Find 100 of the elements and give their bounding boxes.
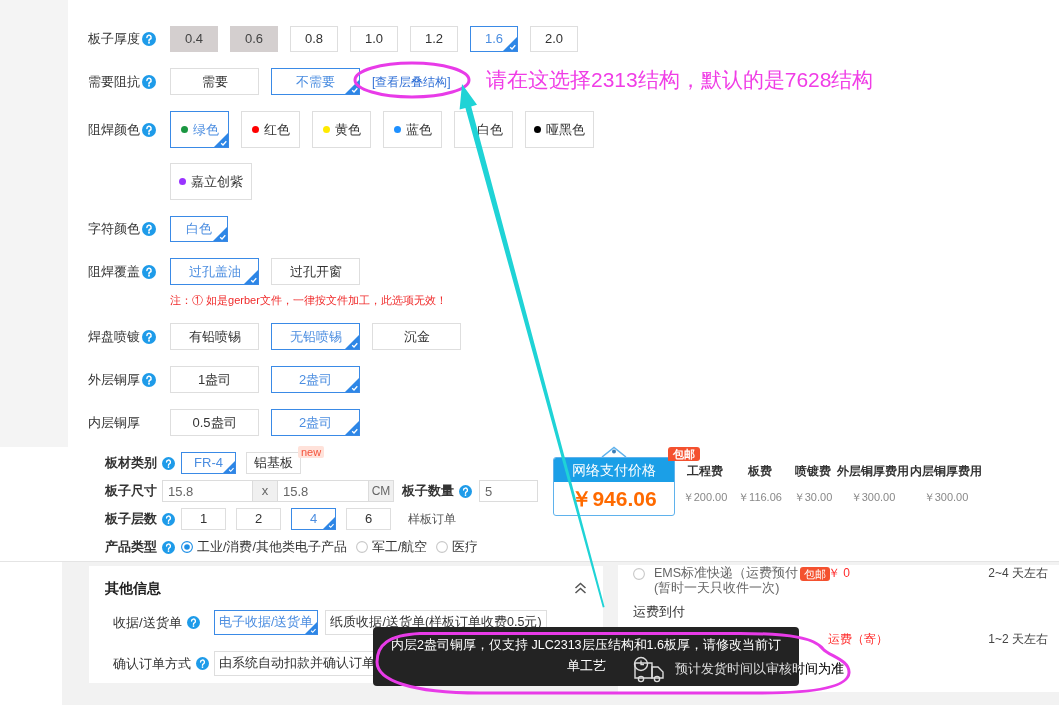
new-badge: new [298, 446, 325, 458]
help-icon[interactable] [162, 540, 175, 554]
field-label: 阻焊颜色 [88, 120, 140, 139]
help-icon[interactable] [162, 512, 175, 526]
check-corner-icon [345, 335, 359, 349]
fee-header: 喷镀费 [794, 464, 832, 479]
help-icon[interactable] [142, 372, 156, 387]
option-button[interactable]: 铝基板 [246, 452, 301, 474]
field-label: 字符颜色 [88, 220, 140, 239]
help-icon[interactable] [142, 32, 156, 46]
field-label: 板子层数 [105, 510, 157, 529]
check-corner-icon [213, 227, 227, 241]
field-label: 板材类别 [105, 454, 157, 473]
option-button[interactable]: 1.6 [470, 26, 518, 52]
option-button[interactable]: 1.2 [410, 26, 458, 52]
option-button[interactable]: 1.0 [350, 26, 398, 52]
help-icon[interactable] [142, 264, 156, 279]
shipping-estimate: 预计发货时间以审核时间为准 [675, 660, 844, 678]
option-button[interactable]: 0.5盎司 [170, 409, 259, 436]
option-button[interactable]: 无铅喷锡 [271, 323, 360, 350]
free-shipping-badge: 包邮 [668, 447, 700, 461]
option-button[interactable]: 蓝色 [383, 111, 442, 148]
section-title: 其他信息 [105, 579, 161, 598]
help-icon[interactable] [142, 329, 156, 344]
field-label: 焊盘喷镀 [88, 327, 140, 346]
unit-label: CM [369, 480, 394, 502]
option-button[interactable]: 绿色 [170, 111, 229, 148]
option-button[interactable]: FR-4 [181, 452, 236, 474]
radio-icon[interactable] [633, 568, 645, 580]
field-label: 确认订单方式 [113, 654, 191, 673]
fee-amount: ￥200.00 [681, 490, 729, 506]
option-button[interactable]: 0.8 [290, 26, 338, 52]
help-icon[interactable] [162, 456, 175, 470]
option-button[interactable]: 6 [346, 508, 391, 530]
help-icon[interactable] [459, 484, 472, 498]
option-button[interactable]: 嘉立创紫 [170, 163, 252, 200]
shipping-method-name: EMS标准快递（运费预付 [654, 566, 799, 581]
option-button[interactable]: 不需要 [271, 68, 360, 95]
product-type-option[interactable]: 军工/航空 [355, 537, 428, 557]
check-corner-icon [345, 80, 359, 94]
shipping-fee: 运费（寄） [828, 632, 889, 647]
fee-amount: ￥116.06 [737, 490, 783, 506]
fee-amount: ￥300.00 [922, 490, 970, 506]
price-tag-title: 网络支付价格 [554, 458, 674, 482]
option-button[interactable]: 1盎司 [170, 366, 259, 393]
option-button[interactable]: 哑黑色 [525, 111, 594, 148]
radio-icon[interactable] [436, 541, 449, 553]
help-icon[interactable] [186, 616, 200, 629]
option-button[interactable]: 过孔开窗 [271, 258, 360, 285]
field-label: 板子数量 [402, 482, 454, 501]
dimension-separator: x [253, 480, 277, 502]
stack-structure-link[interactable]: [查看层叠结构] [372, 72, 451, 91]
check-corner-icon [323, 517, 335, 529]
radio-icon[interactable] [355, 541, 368, 553]
delivery-time: 1~2 天左右 [988, 632, 1048, 647]
radio-icon[interactable] [181, 541, 193, 553]
field-label: 产品类型 [105, 538, 157, 557]
price-total: ￥946.06 [570, 485, 658, 512]
help-icon[interactable] [142, 222, 156, 236]
help-icon[interactable] [142, 74, 156, 89]
fee-header: 外层铜厚费用 [836, 464, 910, 479]
option-button[interactable]: 2 [236, 508, 281, 530]
option-button[interactable]: 电子收据/送货单 [214, 610, 319, 635]
option-button[interactable]: 沉金 [372, 323, 461, 350]
field-label: 板子尺寸 [105, 482, 157, 501]
check-corner-icon [223, 461, 235, 473]
shipping-fee: ￥ 0 [828, 566, 851, 581]
shipping-note: (暂时一天只收件一次) [654, 581, 781, 596]
option-button[interactable]: 白色 [170, 216, 228, 242]
check-corner-icon [345, 378, 359, 392]
option-button[interactable]: 红色 [241, 111, 300, 148]
help-icon[interactable] [142, 122, 156, 137]
truck-clock-icon [633, 655, 665, 683]
fee-header: 内层铜厚费用 [910, 464, 982, 479]
option-button[interactable]: 需要 [170, 68, 259, 95]
shipping-group-label: 运费到付 [633, 603, 686, 621]
quantity-field[interactable]: 5 [479, 480, 538, 502]
fee-amount: ￥300.00 [849, 490, 897, 506]
option-button[interactable]: 过孔盖油 [170, 258, 259, 285]
height-field[interactable]: 15.8 [277, 480, 369, 502]
field-label: 收据/送货单 [113, 613, 182, 632]
field-label: 外层铜厚 [88, 370, 140, 389]
option-button[interactable]: 2.0 [530, 26, 578, 52]
option-button[interactable]: 2盎司 [271, 409, 360, 436]
fee-amount: ￥30.00 [792, 490, 834, 506]
product-type-option[interactable]: 医疗 [436, 537, 479, 557]
product-type-option[interactable]: 工业/消费/其他类电子产品 [181, 537, 347, 557]
help-icon[interactable] [196, 657, 209, 670]
warning-note: 注：① 如是gerber文件，一律按文件加工，此选项无效！ [170, 293, 447, 307]
option-button[interactable]: 黄色 [312, 111, 371, 148]
field-label: 内层铜厚 [88, 413, 140, 432]
field-label: 阻焊覆盖 [88, 262, 140, 281]
option-button[interactable]: 1 [181, 508, 226, 530]
option-button[interactable]: 2盎司 [271, 366, 360, 393]
annotation-text: 请在这选择2313结构，默认的是7628结构 [486, 67, 874, 93]
chevrons-up-icon[interactable] [574, 582, 587, 594]
width-field[interactable]: 15.8 [162, 480, 253, 502]
option-button[interactable]: 有铅喷锡 [170, 323, 259, 350]
field-label: 板子厚度 [88, 30, 140, 49]
fee-header: 板费 [747, 464, 773, 479]
